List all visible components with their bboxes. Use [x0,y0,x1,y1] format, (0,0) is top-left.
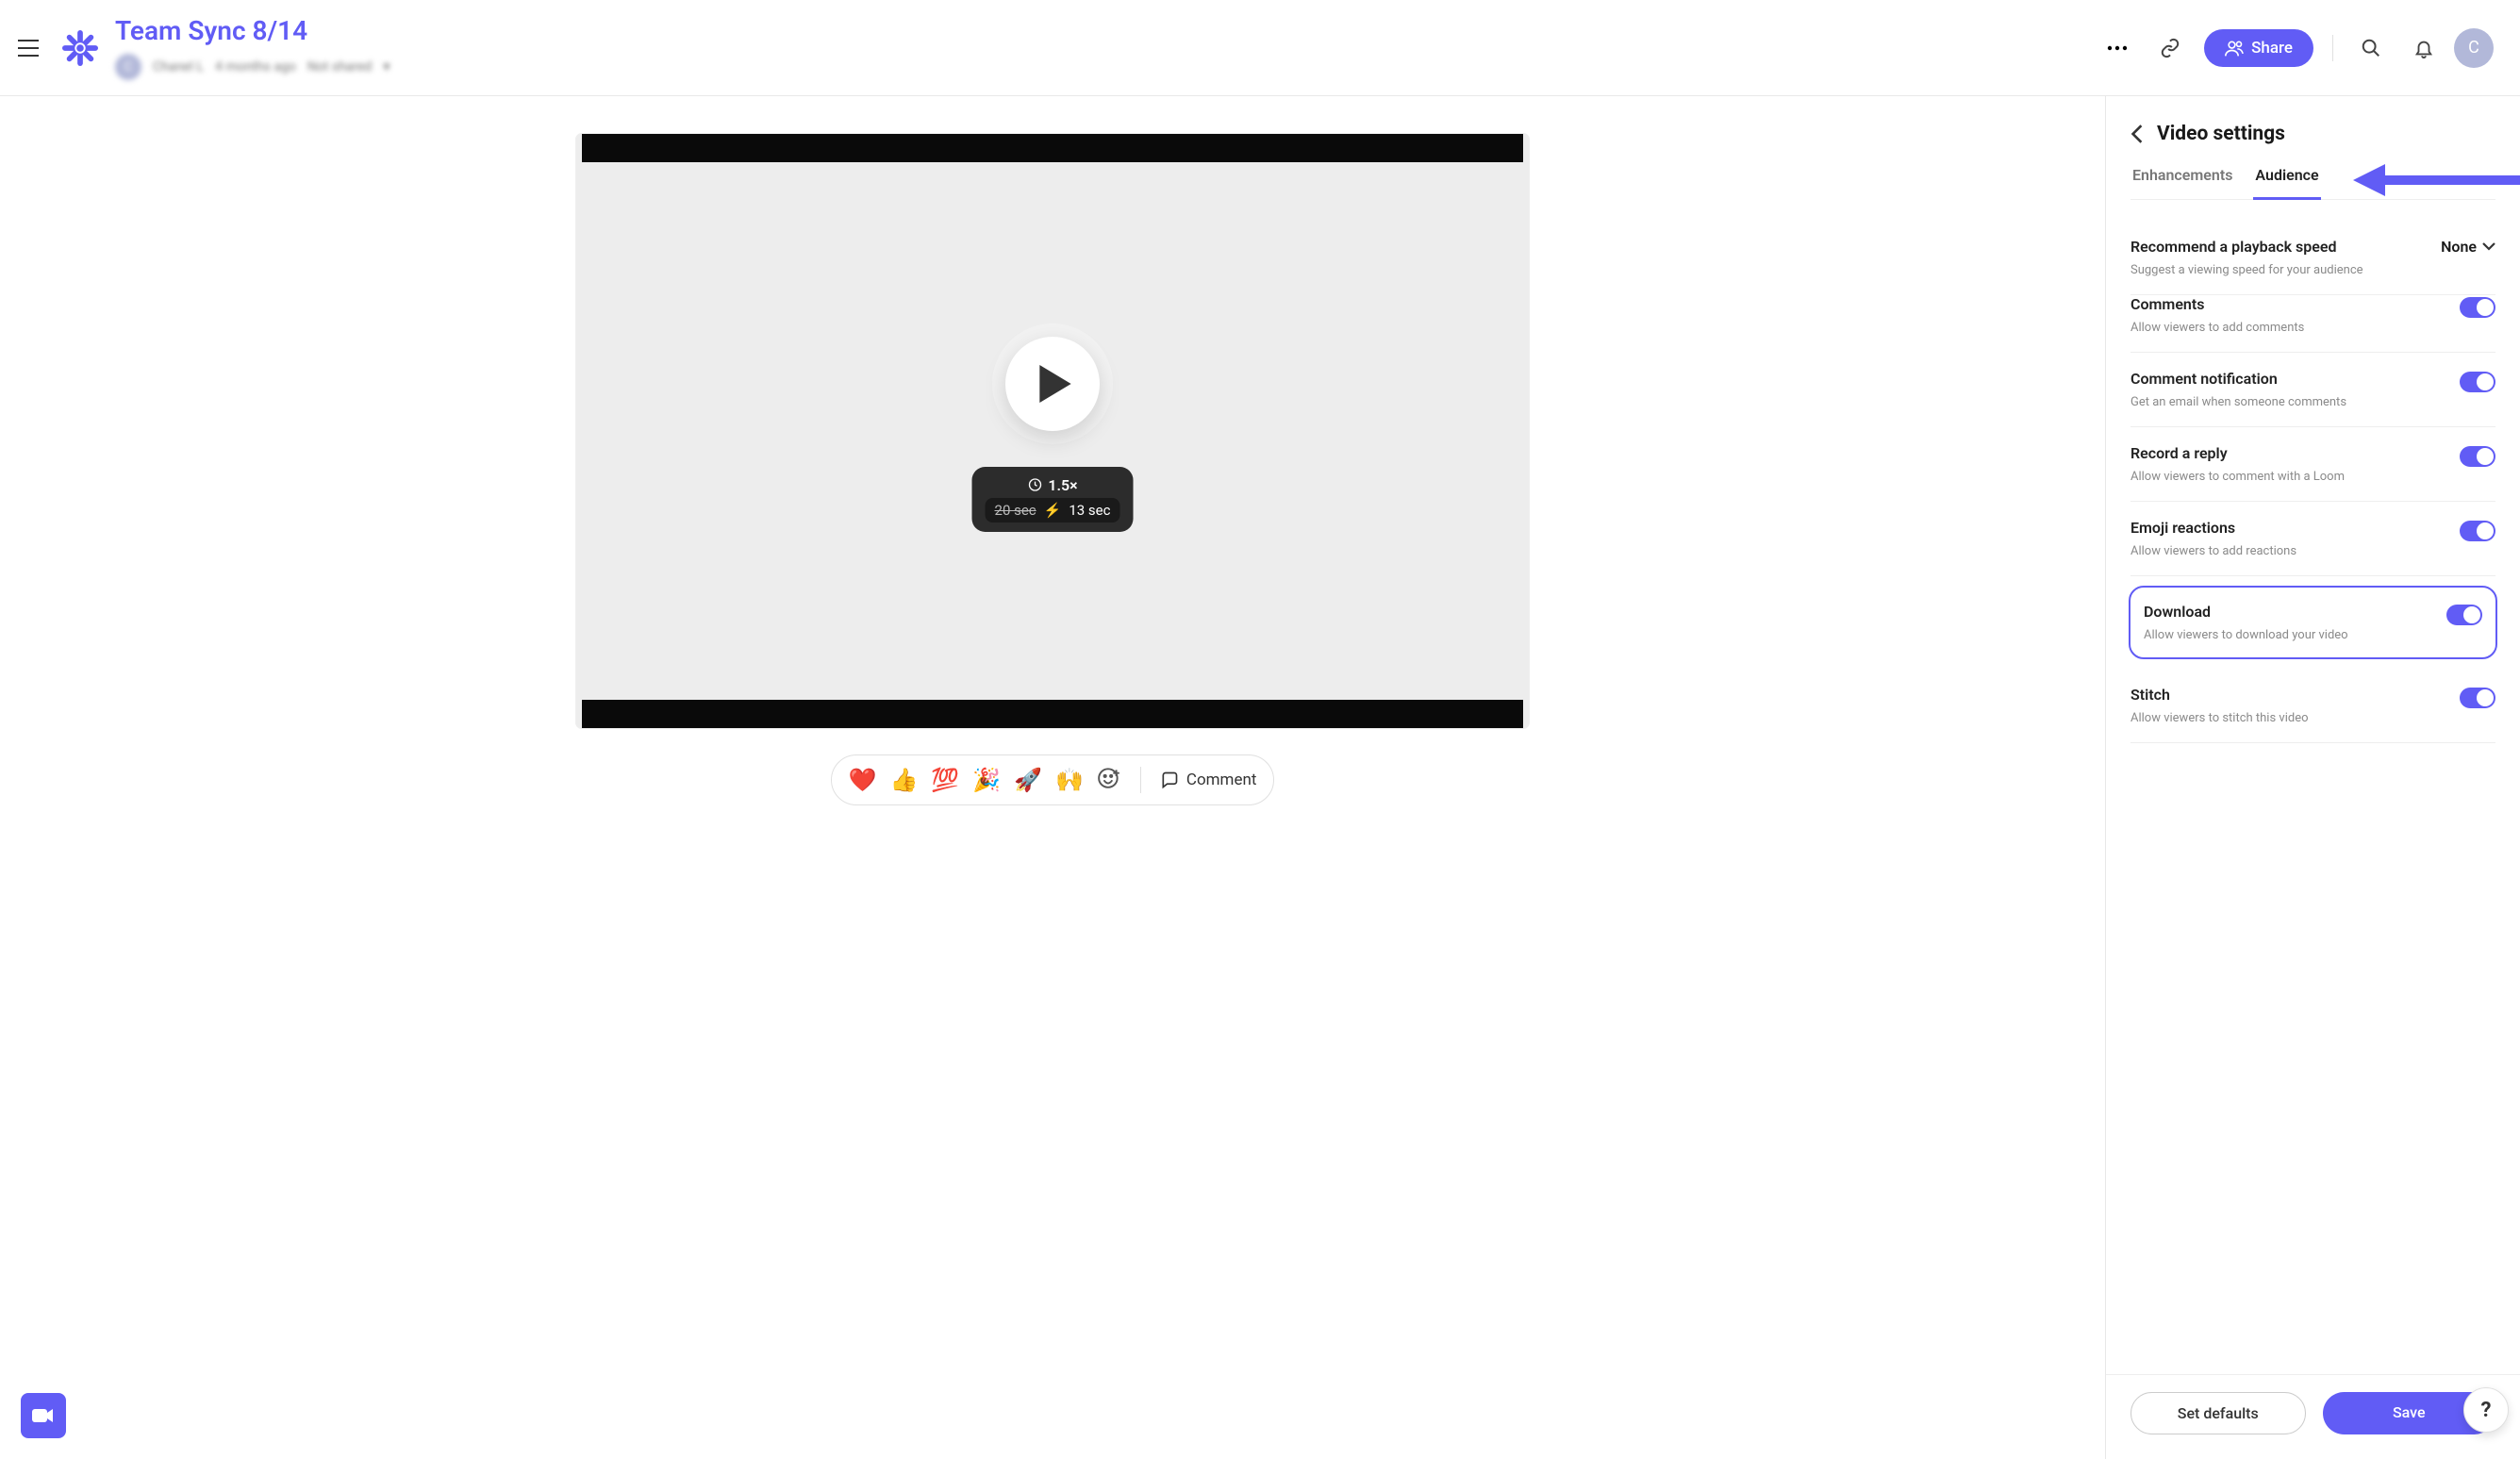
toggle-emoji_reactions[interactable] [2460,521,2495,541]
comment-button-label: Comment [1186,771,1257,789]
hamburger-menu-button[interactable] [11,31,45,65]
search-icon [2361,38,2381,58]
loom-logo [62,30,98,66]
user-avatar[interactable]: C [2454,28,2494,68]
speed-value: 1.5× [1048,476,1077,494]
setting-label: Emoji reactions [2130,519,2296,537]
speed-indicator: 1.5× 20 sec ⚡ 13 sec [972,467,1134,532]
reaction-emoji[interactable]: 🎉 [972,767,1001,793]
reaction-emoji[interactable]: 👍 [889,767,918,793]
setting-download: Download Allow viewers to download your v… [2129,586,2497,659]
chevron-down-icon [2482,242,2495,252]
setting-desc: Allow viewers to comment with a Loom [2130,470,2345,484]
toggle-record_reply[interactable] [2460,446,2495,467]
author-name: Chanel L [153,59,204,75]
page-title[interactable]: Team Sync 8/14 [115,15,390,46]
clock-icon [1027,477,1042,492]
toggle-knob [2477,689,2494,706]
setting-desc: Allow viewers to add reactions [2130,544,2296,558]
author-avatar: C [115,54,141,80]
notifications-button[interactable] [2401,25,2446,71]
duration-original: 20 sec [995,502,1036,519]
play-button[interactable] [1005,337,1100,431]
toggle-stitch[interactable] [2460,688,2495,708]
video-player[interactable]: 1.5× 20 sec ⚡ 13 sec [576,134,1529,728]
play-icon [1039,365,1071,403]
help-fab[interactable]: ? [2463,1387,2509,1433]
reaction-emoji[interactable]: 💯 [931,767,959,793]
video-letterbox-bottom [582,700,1523,728]
reaction-emoji[interactable]: 🚀 [1014,767,1042,793]
toggle-knob [2477,522,2494,539]
callout-arrow-icon [2353,164,2520,196]
setting-desc: Allow viewers to add comments [2130,321,2304,335]
toggle-download[interactable] [2446,605,2482,625]
chevron-left-icon [2130,124,2144,144]
add-emoji-button[interactable] [1097,765,1121,795]
setting-desc: Allow viewers to download your video [2144,628,2348,642]
setting-desc: Allow viewers to stitch this video [2130,711,2309,725]
setting-label: Stitch [2130,686,2309,704]
bell-icon [2413,37,2434,59]
video-settings-panel: Video settings Enhancements Audience Rec… [2105,96,2520,1459]
setting-desc: Get an email when someone comments [2130,395,2346,409]
toggle-comments[interactable] [2460,297,2495,318]
setting-label: Comment notification [2130,370,2346,388]
setting-label: Download [2144,603,2348,621]
setting-emoji_reactions: Emoji reactions Allow viewers to add reac… [2130,502,2495,576]
people-icon [2225,40,2244,57]
share-button[interactable]: Share [2204,29,2313,67]
toggle-knob [2477,448,2494,465]
setting-comment_notification: Comment notification Get an email when so… [2130,353,2495,427]
reaction-emoji[interactable]: ❤️ [849,767,877,793]
tab-audience[interactable]: Audience [2253,166,2320,200]
setting-label: Comments [2130,295,2304,313]
setting-desc: Suggest a viewing speed for your audienc… [2130,263,2363,277]
video-letterbox-top [582,134,1523,162]
panel-title: Video settings [2157,123,2285,145]
comment-button[interactable]: Comment [1160,771,1257,789]
reaction-bar: ❤️ 👍 💯 🎉 🚀 🙌 Comment [831,754,1275,805]
setting-stitch: Stitch Allow viewers to stitch this video [2130,669,2495,743]
bolt-icon: ⚡ [1044,502,1062,519]
dots-horizontal-icon [2107,45,2128,51]
more-options-button[interactable] [2095,25,2140,71]
search-button[interactable] [2348,25,2394,71]
link-icon [2160,38,2180,58]
copy-link-button[interactable] [2147,25,2193,71]
smile-plus-icon [1097,765,1121,789]
hamburger-icon [18,40,39,57]
share-button-label: Share [2251,39,2293,58]
toggle-knob [2463,606,2480,623]
toggle-comment_notification[interactable] [2460,372,2495,392]
title-metadata: C Chanel L 4 months ago Not shared ▾ [115,54,390,80]
divider [1140,767,1141,793]
toggle-knob [2477,373,2494,390]
video-camera-icon [32,1407,55,1424]
setting-playback-speed: Recommend a playback speed Suggest a vie… [2130,221,2495,295]
reaction-emoji[interactable]: 🙌 [1055,767,1084,793]
setting-comments: Comments Allow viewers to add comments [2130,295,2495,353]
setting-label: Recommend a playback speed [2130,238,2363,256]
tab-enhancements[interactable]: Enhancements [2130,166,2234,199]
set-defaults-button[interactable]: Set defaults [2130,1392,2306,1434]
playback-speed-value: None [2441,238,2477,256]
duration-accelerated: 13 sec [1069,502,1110,519]
toggle-knob [2477,299,2494,316]
chevron-down-icon: ▾ [383,59,390,75]
back-button[interactable] [2130,124,2144,144]
divider [2332,35,2333,61]
comment-icon [1160,771,1179,789]
setting-record_reply: Record a reply Allow viewers to comment w… [2130,427,2495,502]
updated-time: 4 months ago [215,59,296,75]
share-status: Not shared [307,59,373,75]
setting-label: Record a reply [2130,444,2345,462]
playback-speed-select[interactable]: None [2441,238,2495,256]
record-fab[interactable] [21,1393,66,1438]
